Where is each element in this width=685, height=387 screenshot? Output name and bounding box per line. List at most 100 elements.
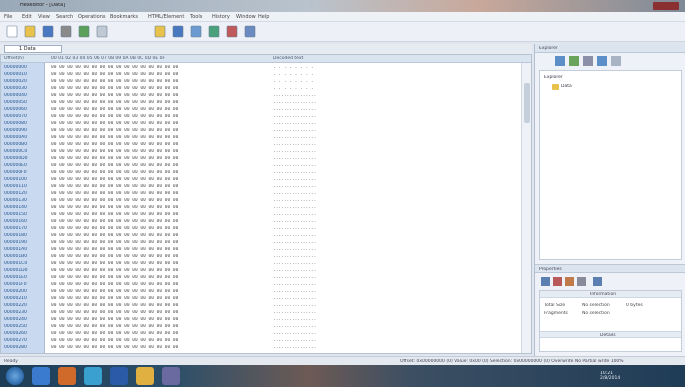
hex-row[interactable]: 000000C0 00 00 00 00 00 00 00 00 00 00 00… [1, 148, 521, 155]
row-hex-bytes[interactable]: 00 00 00 00 00 00 00 00 00 00 00 00 00 0… [51, 121, 261, 126]
hex-row[interactable]: 00000080 00 00 00 00 00 00 00 00 00 00 00… [1, 120, 521, 127]
row-ascii[interactable]: ................ [273, 219, 343, 224]
row-hex-bytes[interactable]: 00 00 00 00 00 00 00 00 00 00 00 00 00 0… [51, 275, 261, 280]
hex-row[interactable]: 00000280 00 00 00 00 00 00 00 00 00 00 00… [1, 344, 521, 351]
row-hex-bytes[interactable]: 00 00 00 00 00 00 00 00 00 00 00 00 00 0… [51, 135, 261, 140]
bookmark-icon[interactable] [208, 25, 220, 38]
menu-item[interactable]: Search [56, 14, 76, 20]
scrollbar-thumb[interactable] [524, 83, 530, 123]
row-ascii[interactable]: . . . . . . . . [273, 86, 343, 91]
hex-row[interactable]: 00000180 00 00 00 00 00 00 00 00 00 00 00… [1, 232, 521, 239]
menu-item[interactable]: Window [236, 14, 256, 20]
row-ascii[interactable]: ................ [273, 191, 343, 196]
menu-item[interactable]: Bookmarks [110, 14, 146, 20]
row-ascii[interactable]: ................ [273, 100, 343, 105]
row-hex-bytes[interactable]: 00 00 00 00 00 00 00 00 00 00 00 00 00 0… [51, 247, 261, 252]
goto-icon[interactable] [190, 25, 202, 38]
row-ascii[interactable]: ................ [273, 275, 343, 280]
hex-row[interactable]: 000001C0 00 00 00 00 00 00 00 00 00 00 00… [1, 260, 521, 267]
hex-row[interactable]: 00000260 00 00 00 00 00 00 00 00 00 00 00… [1, 330, 521, 337]
hexeditor-app-icon[interactable] [162, 367, 180, 385]
row-ascii[interactable]: ................ [273, 324, 343, 329]
row-ascii[interactable]: ................ [273, 163, 343, 168]
row-ascii[interactable]: ................ [273, 114, 343, 119]
hex-row[interactable]: 000000A0 00 00 00 00 00 00 00 00 00 00 00… [1, 134, 521, 141]
row-ascii[interactable]: ................ [273, 317, 343, 322]
row-ascii[interactable]: ................ [273, 177, 343, 182]
hex-row[interactable]: 00000220 00 00 00 00 00 00 00 00 00 00 00… [1, 302, 521, 309]
row-hex-bytes[interactable]: 00 00 00 00 00 00 00 00 00 00 00 00 00 0… [51, 184, 261, 189]
row-ascii[interactable]: ................ [273, 282, 343, 287]
hex-row[interactable]: 00000050 00 00 00 00 00 00 00 00 00 00 00… [1, 99, 521, 106]
row-ascii[interactable]: ................ [273, 261, 343, 266]
save-icon[interactable] [42, 25, 54, 38]
find-icon[interactable] [172, 25, 184, 38]
row-ascii[interactable]: ................ [273, 268, 343, 273]
row-ascii[interactable]: ................ [273, 310, 343, 315]
row-ascii[interactable]: ................ [273, 184, 343, 189]
row-ascii[interactable]: ................ [273, 338, 343, 343]
row-hex-bytes[interactable]: 00 00 00 00 00 00 00 00 00 00 00 00 00 0… [51, 65, 261, 70]
row-hex-bytes[interactable]: 00 00 00 00 00 00 00 00 00 00 00 00 00 0… [51, 345, 261, 350]
hex-row[interactable]: 000000E0 00 00 00 00 00 00 00 00 00 00 00… [1, 162, 521, 169]
row-hex-bytes[interactable]: 00 00 00 00 00 00 00 00 00 00 00 00 00 0… [51, 191, 261, 196]
row-hex-bytes[interactable]: 00 00 00 00 00 00 00 00 00 00 00 00 00 0… [51, 128, 261, 133]
row-ascii[interactable]: ................ [273, 254, 343, 259]
hex-row[interactable]: 00000250 00 00 00 00 00 00 00 00 00 00 00… [1, 323, 521, 330]
row-hex-bytes[interactable]: 00 00 00 00 00 00 00 00 00 00 00 00 00 0… [51, 240, 261, 245]
row-ascii[interactable]: ................ [273, 296, 343, 301]
row-hex-bytes[interactable]: 00 00 00 00 00 00 00 00 00 00 00 00 00 0… [51, 149, 261, 154]
hex-row[interactable]: 00000090 00 00 00 00 00 00 00 00 00 00 00… [1, 127, 521, 134]
menu-item[interactable]: Operations [78, 14, 108, 20]
print-icon[interactable] [60, 25, 72, 38]
hex-row[interactable]: 000000D0 00 00 00 00 00 00 00 00 00 00 00… [1, 155, 521, 162]
row-ascii[interactable]: ................ [273, 198, 343, 203]
row-hex-bytes[interactable]: 00 00 00 00 00 00 00 00 00 00 00 00 00 0… [51, 107, 261, 112]
row-hex-bytes[interactable]: 00 00 00 00 00 00 00 00 00 00 00 00 00 0… [51, 296, 261, 301]
hex-row[interactable]: 00000040 00 00 00 00 00 00 00 00 00 00 00… [1, 92, 521, 99]
row-ascii[interactable]: ................ [273, 135, 343, 140]
row-ascii[interactable]: ................ [273, 107, 343, 112]
hex-row[interactable]: 00000000 00 00 00 00 00 00 00 00 00 00 00… [1, 64, 521, 71]
copy-icon[interactable] [96, 25, 108, 38]
row-ascii[interactable]: . . . . . . . . [273, 79, 343, 84]
hex-row[interactable]: 00000270 00 00 00 00 00 00 00 00 00 00 00… [1, 337, 521, 344]
row-ascii[interactable]: ................ [273, 233, 343, 238]
hex-row[interactable]: 00000020 00 00 00 00 00 00 00 00 00 00 00… [1, 78, 521, 85]
start-orb[interactable] [6, 367, 24, 385]
row-hex-bytes[interactable]: 00 00 00 00 00 00 00 00 00 00 00 00 00 0… [51, 233, 261, 238]
window-controls[interactable] [653, 2, 679, 10]
row-ascii[interactable]: ................ [273, 331, 343, 336]
row-hex-bytes[interactable]: 00 00 00 00 00 00 00 00 00 00 00 00 00 0… [51, 317, 261, 322]
hex-row[interactable]: 00000160 00 00 00 00 00 00 00 00 00 00 00… [1, 218, 521, 225]
hex-editor-panel[interactable]: Offset(h) 00 01 02 03 04 05 06 07 08 09 … [0, 54, 532, 354]
row-hex-bytes[interactable]: 00 00 00 00 00 00 00 00 00 00 00 00 00 0… [51, 170, 261, 175]
hex-row[interactable]: 00000140 00 00 00 00 00 00 00 00 00 00 00… [1, 204, 521, 211]
hex-row[interactable]: 000001B0 00 00 00 00 00 00 00 00 00 00 00… [1, 253, 521, 260]
row-ascii[interactable]: . . . . . . . . [273, 65, 343, 70]
row-hex-bytes[interactable]: 00 00 00 00 00 00 00 00 00 00 00 00 00 0… [51, 100, 261, 105]
row-hex-bytes[interactable]: 00 00 00 00 00 00 00 00 00 00 00 00 00 0… [51, 212, 261, 217]
hex-row[interactable]: 00000100 00 00 00 00 00 00 00 00 00 00 00… [1, 176, 521, 183]
row-hex-bytes[interactable]: 00 00 00 00 00 00 00 00 00 00 00 00 00 0… [51, 163, 261, 168]
row-ascii[interactable]: ................ [273, 303, 343, 308]
row-hex-bytes[interactable]: 00 00 00 00 00 00 00 00 00 00 00 00 00 0… [51, 86, 261, 91]
menu-item[interactable]: Help [258, 14, 278, 20]
row-hex-bytes[interactable]: 00 00 00 00 00 00 00 00 00 00 00 00 00 0… [51, 79, 261, 84]
hex-row[interactable]: 00000170 00 00 00 00 00 00 00 00 00 00 00… [1, 225, 521, 232]
menu-item[interactable]: History [212, 14, 234, 20]
row-hex-bytes[interactable]: 00 00 00 00 00 00 00 00 00 00 00 00 00 0… [51, 198, 261, 203]
row-ascii[interactable]: ................ [273, 128, 343, 133]
hex-row[interactable]: 00000030 00 00 00 00 00 00 00 00 00 00 00… [1, 85, 521, 92]
row-hex-bytes[interactable]: 00 00 00 00 00 00 00 00 00 00 00 00 00 0… [51, 142, 261, 147]
row-ascii[interactable]: ................ [273, 142, 343, 147]
row-hex-bytes[interactable]: 00 00 00 00 00 00 00 00 00 00 00 00 00 0… [51, 324, 261, 329]
new-file-icon[interactable] [6, 25, 18, 38]
hex-row[interactable]: 000000F0 00 00 00 00 00 00 00 00 00 00 00… [1, 169, 521, 176]
row-ascii[interactable]: ................ [273, 289, 343, 294]
row-ascii[interactable]: ................ [273, 212, 343, 217]
browser-app-icon[interactable] [58, 367, 76, 385]
row-hex-bytes[interactable]: 00 00 00 00 00 00 00 00 00 00 00 00 00 0… [51, 303, 261, 308]
hex-row[interactable]: 00000190 00 00 00 00 00 00 00 00 00 00 00… [1, 239, 521, 246]
row-hex-bytes[interactable]: 00 00 00 00 00 00 00 00 00 00 00 00 00 0… [51, 226, 261, 231]
